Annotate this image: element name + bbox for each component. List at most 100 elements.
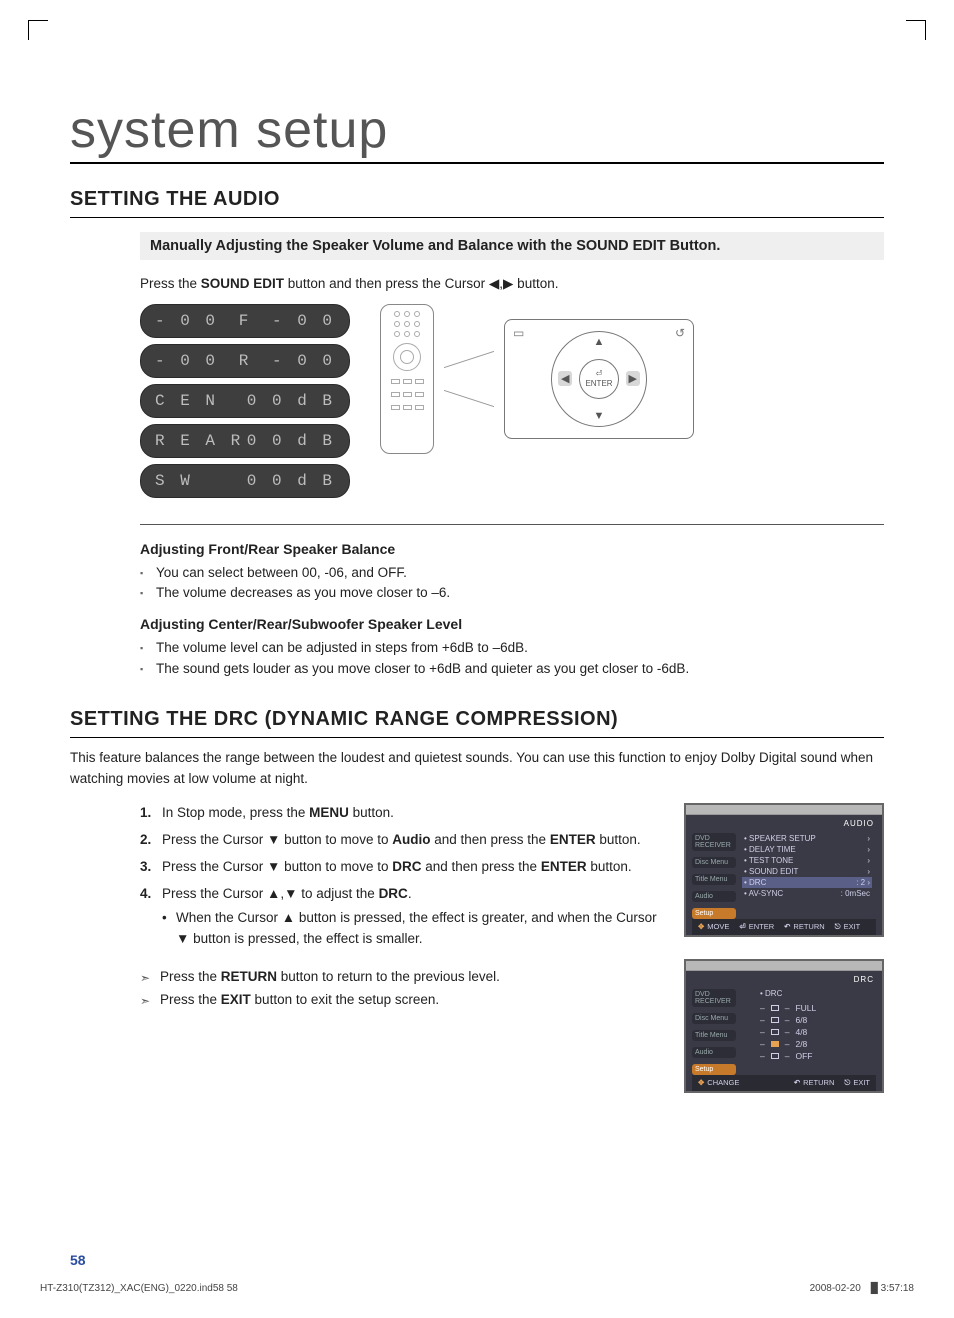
osd-value: : 0mSec [841, 889, 870, 898]
osd-option-label: 2/8 [795, 1039, 807, 1049]
osd-nav-item: Disc Menu [692, 1013, 736, 1024]
osd-row: • SOUND EDIT› [742, 866, 872, 877]
osd-option-label: 6/8 [795, 1015, 807, 1025]
lcd-row: - 0 0 R - 0 0 [140, 344, 350, 378]
callout-lines-icon [444, 349, 494, 409]
osd-audio-menu: AUDIO DVD RECEIVER Disc Menu Title Menu … [684, 803, 884, 937]
dpad-ring-icon: ▲ ▼ ◀ ▶ ⏎ ENTER [551, 331, 647, 427]
arrow-right-icon: ▶ [626, 371, 640, 386]
divider [140, 524, 884, 525]
footer-time: █ 3:57:18 [871, 1283, 914, 1294]
osd-foot-label: MOVE [707, 922, 729, 931]
osd-row: • DELAY TIME› [742, 844, 872, 855]
osd-label: DELAY TIME [749, 845, 796, 854]
list-item: In Stop mode, press the MENU button. [140, 803, 658, 824]
text: button. [596, 832, 641, 847]
osd-value: › [867, 856, 870, 865]
lcd-row: - 0 0 F - 0 0 [140, 304, 350, 338]
text: Press the [160, 992, 221, 1007]
crop-mark-icon [906, 20, 926, 40]
lcd-right: - 0 0 [272, 312, 335, 330]
lcd-left: - 0 0 [155, 312, 218, 330]
section-heading-drc: SETTING THE DRC (DYNAMIC RANGE COMPRESSI… [70, 708, 884, 738]
text: Press the [140, 276, 201, 291]
list-item: The volume decreases as you move closer … [140, 583, 884, 604]
osd-nav: DVD RECEIVER Disc Menu Title Menu Audio … [692, 977, 736, 1075]
remote-dpad-icon [393, 343, 421, 371]
osd-option: ––6/8 [760, 1014, 872, 1026]
lcd-left: S W [155, 472, 193, 490]
enter-glyph-icon: ⏎ [596, 369, 603, 378]
osd-value: : 2 › [856, 878, 870, 887]
text: button. [587, 859, 632, 874]
remote-diagram: ▭ ↺ ▲ ▼ ◀ ▶ ⏎ ENTER [380, 304, 694, 454]
osd-foot-label: CHANGE [707, 1078, 739, 1087]
button-name: MENU [309, 805, 349, 820]
subsection-band: Manually Adjusting the Speaker Volume an… [140, 232, 884, 260]
osd-nav-item: Setup [692, 908, 736, 919]
instruction-text: Press the SOUND EDIT button and then pre… [140, 274, 884, 294]
list-item: Press the Cursor ▼ button to move to Aud… [140, 830, 658, 851]
text: Press the Cursor ▲,▼ to adjust the [162, 886, 379, 901]
osd-value: › [867, 834, 870, 843]
lcd-row: C E N 0 0 d B [140, 384, 350, 418]
osd-label: DRC [749, 878, 766, 887]
osd-row: • AV-SYNC: 0mSec [742, 888, 872, 899]
arrow-up-icon: ▲ [594, 336, 605, 348]
osd-nav-item: Title Menu [692, 1030, 736, 1041]
print-footer: HT-Z310(TZ312)_XAC(ENG)_0220.ind58 58 20… [40, 1283, 914, 1294]
osd-option-selected: ––2/8 [760, 1038, 872, 1050]
steps-column: In Stop mode, press the MENU button. Pre… [140, 803, 658, 1012]
return-icon: ↺ [675, 326, 685, 340]
lcd-right: - 0 0 [272, 352, 335, 370]
enter-button-icon: ⏎ ENTER [579, 359, 619, 399]
manual-page: system setup SETTING THE AUDIO Manually … [0, 0, 954, 1318]
text: and then press the [430, 832, 549, 847]
osd-label: SPEAKER SETUP [749, 834, 816, 843]
osd-foot-label: EXIT [853, 1078, 870, 1087]
list-item: Press the Cursor ▼ button to move to DRC… [140, 857, 658, 878]
osd-option: ––4/8 [760, 1026, 872, 1038]
button-name: RETURN [221, 969, 277, 984]
osd-nav-item: Audio [692, 891, 736, 902]
text: button. [349, 805, 394, 820]
enter-label: ENTER [585, 379, 612, 388]
osd-foot-label: RETURN [803, 1078, 834, 1087]
button-name: ENTER [541, 859, 587, 874]
lcd-right: 0 0 d B [247, 432, 335, 450]
crop-mark-icon [28, 20, 48, 40]
lcd-right: 0 0 d B [247, 392, 335, 410]
section-heading-audio: SETTING THE AUDIO [70, 188, 884, 218]
page-number: 58 [70, 1252, 86, 1268]
osd-nav-item: Title Menu [692, 874, 736, 885]
osd-row: • SPEAKER SETUP› [742, 833, 872, 844]
sub-point: When the Cursor ▲ button is pressed, the… [162, 908, 658, 950]
osd-nav-item: Disc Menu [692, 857, 736, 868]
arrow-left-icon: ◀ [558, 371, 572, 386]
osd-option-label: FULL [795, 1003, 816, 1013]
osd-nav: DVD RECEIVER Disc Menu Title Menu Audio … [692, 821, 736, 919]
button-name: DRC [392, 859, 421, 874]
osd-value: › [867, 845, 870, 854]
subheading: Adjusting Center/Rear/Subwoofer Speaker … [140, 616, 884, 632]
osd-footer: ✥CHANGE ↶RETURN ⎋EXIT [692, 1075, 876, 1091]
osd-label: TEST TONE [749, 856, 793, 865]
arrow-down-icon: ▼ [594, 410, 605, 422]
lead-text: This feature balances the range between … [70, 748, 884, 789]
list-item: Press the RETURN button to return to the… [140, 966, 658, 989]
osd-foot-label: ENTER [749, 922, 774, 931]
list-item: The sound gets louder as you move closer… [140, 659, 884, 680]
lcd-display-stack: - 0 0 F - 0 0 - 0 0 R - 0 0 C E N 0 0 d … [140, 304, 350, 498]
text: button and then press the Cursor ◀,▶ but… [284, 276, 558, 291]
osd-nav-item: Audio [692, 1047, 736, 1058]
list-item: The volume level can be adjusted in step… [140, 638, 884, 659]
text: button to exit the setup screen. [251, 992, 439, 1007]
footer-filename: HT-Z310(TZ312)_XAC(ENG)_0220.ind58 58 [40, 1283, 238, 1294]
chapter-title: system setup [70, 100, 884, 164]
lcd-left: - 0 0 [155, 352, 218, 370]
button-name: DRC [379, 886, 408, 901]
osd-foot-label: EXIT [844, 922, 861, 931]
remote-icon [380, 304, 434, 454]
osd-option-label: 4/8 [795, 1027, 807, 1037]
osd-menu: • SPEAKER SETUP› • DELAY TIME› • TEST TO… [740, 821, 876, 919]
